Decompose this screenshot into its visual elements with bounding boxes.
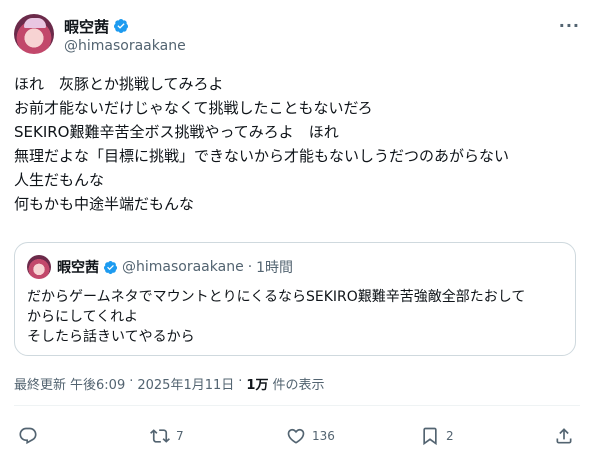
meta-separator: · [238, 374, 243, 389]
retweet-icon [150, 429, 170, 443]
tweet-line: 無理だよな「目標に挑戦」できないから才能もないしうだつのあがらない [14, 147, 510, 165]
display-name[interactable]: 暇空茜 [64, 16, 109, 37]
tweet-date[interactable]: 2025年1月11日 [137, 374, 234, 393]
tweet-line: SEKIRO艱難辛苦全ボス挑戦やってみろよ ほれ [14, 123, 339, 141]
tweet-header: 暇空茜 @himasoraakane ··· [14, 12, 580, 60]
author-row: 暇空茜 [64, 16, 129, 36]
share-icon [556, 428, 572, 444]
views-label: 件の表示 [272, 378, 325, 393]
tweet-line: 人生だもんな [14, 171, 105, 189]
ellipsis-icon[interactable]: ··· [559, 16, 580, 35]
like-button[interactable]: 136 [286, 426, 335, 446]
retweet-button[interactable]: 7 [150, 426, 184, 446]
heart-icon [287, 428, 305, 444]
handle[interactable]: @himasoraakane [64, 38, 186, 54]
tweet-time[interactable]: 午後6:09 [70, 374, 125, 393]
quote-text: だからゲームネタでマウントとりにくるならSEKIRO艱難辛苦強敵全部たおして か… [27, 287, 567, 347]
quote-time: 1時間 [256, 260, 294, 276]
updated-label: 最終更新 [14, 378, 67, 393]
share-button[interactable] [554, 426, 574, 446]
tweet-line: お前才能ないだけじゃなくて挑戦したこともないだろ [14, 99, 373, 117]
quote-line: そしたら話きいてやるから [27, 329, 195, 345]
quote-header: 暇空茜 @himasoraakane · 1時間 [57, 257, 293, 277]
verified-badge-icon [114, 19, 129, 33]
reply-button[interactable] [18, 426, 44, 446]
meta-separator: · [129, 374, 134, 389]
quote-line: だからゲームネタでマウントとりにくるならSEKIRO艱難辛苦強敵全部たおして [27, 289, 526, 305]
like-count: 136 [312, 429, 335, 443]
tweet-meta: 最終更新 午後6:09 · 2025年1月11日 · 1万 件の表示 [14, 374, 324, 393]
action-bar: 7 136 2 [14, 420, 580, 456]
quote-avatar [27, 255, 51, 279]
retweet-count: 7 [176, 429, 184, 443]
divider [14, 405, 580, 406]
bookmark-count: 2 [446, 429, 454, 443]
quote-handle: @himasoraakane [122, 259, 244, 275]
quoted-tweet[interactable]: 暇空茜 @himasoraakane · 1時間 だからゲームネタでマウントとり… [14, 242, 576, 356]
quote-separator: · [247, 259, 253, 275]
verified-badge-icon [103, 260, 118, 274]
bookmark-button[interactable]: 2 [420, 426, 454, 446]
avatar[interactable] [14, 14, 54, 54]
bookmark-icon [423, 427, 437, 446]
tweet-line: ほれ 灰豚とか挑戦してみろよ [14, 75, 224, 93]
view-count: 1万 [246, 378, 269, 393]
reply-icon [19, 427, 37, 445]
quote-display-name: 暇空茜 [57, 260, 99, 276]
quote-line: からにしてくれよ [27, 309, 139, 325]
tweet-line: 何もかも中途半端だもんな [14, 195, 195, 213]
tweet-text: ほれ 灰豚とか挑戦してみろよ お前才能ないだけじゃなくて挑戦したこともないだろ … [14, 72, 580, 216]
